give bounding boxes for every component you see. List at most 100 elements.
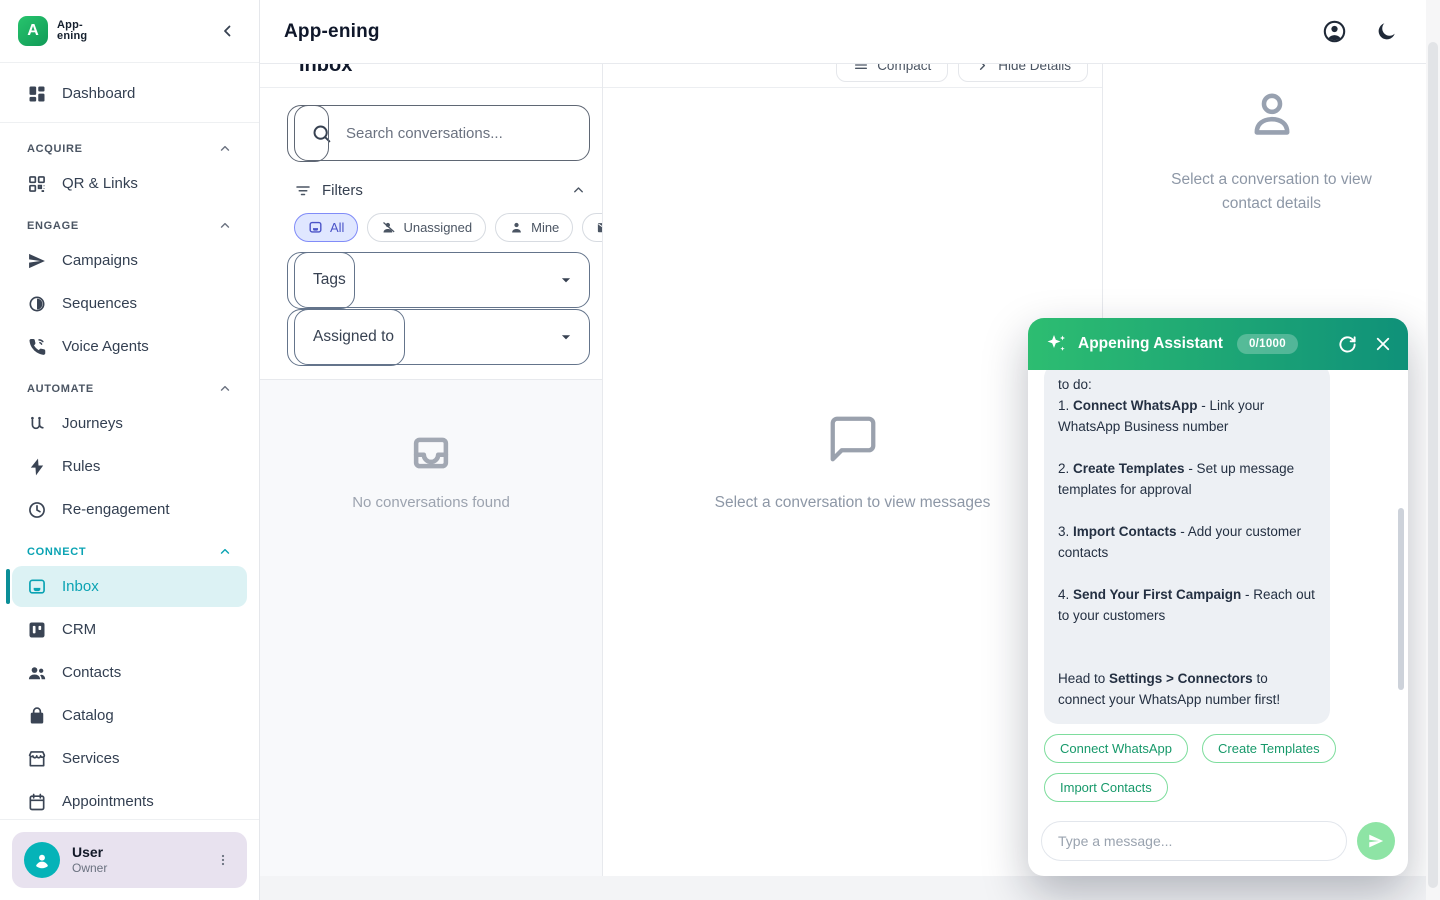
assigned-to-select-value: Assigned to [313, 328, 394, 346]
sequence-icon [27, 294, 47, 314]
user-x-icon [381, 220, 396, 235]
sidebar-section-engage[interactable]: ENGAGE [12, 206, 247, 240]
sidebar-item-qr-links[interactable]: QR & Links [12, 163, 247, 204]
section-label: ACQUIRE [27, 143, 83, 155]
sidebar-item-label: Voice Agents [62, 338, 149, 355]
storefront-icon [27, 749, 47, 769]
page-scrollbar[interactable] [1426, 0, 1440, 900]
sidebar-section-acquire[interactable]: ACQUIRE [12, 129, 247, 163]
sidebar-item-inbox[interactable]: Inbox [12, 566, 247, 607]
user-role: Owner [72, 861, 107, 876]
inbox-empty-text: No conversations found [352, 494, 510, 511]
logo-line2: ening [57, 31, 87, 42]
sidebar-item-journeys[interactable]: Journeys [12, 403, 247, 444]
sidebar-item-label: Dashboard [62, 85, 135, 102]
page-title: App-ening [284, 21, 380, 43]
assistant-scrollbar[interactable] [1398, 508, 1404, 690]
hide-details-label: Hide Details [998, 64, 1071, 73]
chevron-up-icon [218, 219, 232, 233]
sidebar-item-services[interactable]: Services [12, 738, 247, 779]
message-step-3: 3. Import Contacts - Add your customer c… [1058, 521, 1316, 563]
divider [0, 122, 259, 123]
refresh-button[interactable] [1338, 335, 1357, 354]
user-card[interactable]: User Owner [12, 832, 247, 888]
sidebar-item-label: QR & Links [62, 175, 138, 192]
calendar-icon [27, 792, 47, 812]
search-input[interactable] [346, 125, 575, 142]
assistant-message-input[interactable] [1041, 821, 1347, 861]
account-button[interactable] [1322, 19, 1347, 44]
assigned-to-select[interactable]: Assigned to [294, 309, 590, 365]
sidebar-item-rules[interactable]: Rules [12, 446, 247, 487]
sidebar-item-sequences[interactable]: Sequences [12, 283, 247, 324]
sidebar-section-automate[interactable]: AUTOMATE [12, 369, 247, 403]
message-step-4: 4. Send Your First Campaign - Reach out … [1058, 584, 1316, 626]
filters-toggle[interactable]: Filters [294, 181, 590, 199]
assistant-messages[interactable]: to do: 1. Connect WhatsApp - Link your W… [1028, 370, 1408, 818]
sidebar-collapse-button[interactable] [215, 18, 241, 44]
app-logo-text: App- ening [57, 20, 87, 42]
chevron-down-icon [559, 330, 573, 344]
send-button[interactable] [1357, 822, 1395, 860]
route-icon [27, 414, 47, 434]
chip-mine[interactable]: Mine [495, 213, 573, 242]
sidebar-item-appointments[interactable]: Appointments [12, 781, 247, 819]
connect-whatsapp-button[interactable]: Connect WhatsApp [1044, 734, 1188, 763]
chevron-left-icon [219, 22, 237, 40]
close-button[interactable] [1374, 335, 1392, 353]
sidebar-footer: User Owner [0, 819, 259, 900]
sidebar-item-label: Journeys [62, 415, 123, 432]
sidebar-item-label: Appointments [62, 793, 154, 810]
chevron-down-icon [559, 273, 573, 287]
chip-unread[interactable]: Unread [582, 213, 603, 242]
assistant-header: Appening Assistant 0/1000 [1028, 318, 1408, 370]
message-empty-text: Select a conversation to view messages [715, 494, 991, 512]
sidebar-section-connect[interactable]: CONNECT [12, 532, 247, 566]
conversation-search[interactable] [294, 105, 590, 161]
sparkles-icon [1044, 332, 1068, 356]
chip-label: Unassigned [403, 220, 472, 235]
chat-square-icon [308, 220, 323, 235]
chat-bubble-icon [826, 412, 880, 466]
compact-button[interactable]: Compact [836, 64, 948, 82]
usage-badge: 0/1000 [1237, 334, 1298, 354]
sidebar-item-catalog[interactable]: Catalog [12, 695, 247, 736]
sidebar-item-dashboard[interactable]: Dashboard [12, 73, 247, 114]
sidebar-item-re-engagement[interactable]: Re-engagement [12, 489, 247, 530]
sidebar-item-crm[interactable]: CRM [12, 609, 247, 650]
shopping-bag-icon [27, 706, 47, 726]
create-templates-button[interactable]: Create Templates [1202, 734, 1336, 763]
chip-unassigned[interactable]: Unassigned [367, 213, 486, 242]
tags-select[interactable]: Tags [294, 252, 590, 308]
dark-mode-toggle[interactable] [1375, 20, 1398, 43]
import-contacts-button[interactable]: Import Contacts [1044, 773, 1168, 802]
filter-icon [294, 181, 312, 199]
sidebar-item-label: CRM [62, 621, 96, 638]
user-menu-button[interactable] [211, 848, 235, 872]
details-empty-text: Select a conversation to view contact de… [1156, 168, 1388, 216]
message-step-1: 1. Connect WhatsApp - Link your WhatsApp… [1058, 395, 1316, 437]
section-label: AUTOMATE [27, 383, 94, 395]
assistant-header-actions [1338, 335, 1392, 354]
inbox-filters: Filters All Unassigned [260, 88, 602, 380]
person-outline-icon [1246, 88, 1298, 140]
empty-inbox-tray-icon [410, 432, 452, 474]
user-name: User [72, 844, 107, 861]
chevron-up-icon [218, 382, 232, 396]
message-step-2: 2. Create Templates - Set up message tem… [1058, 458, 1316, 500]
sidebar-item-voice-agents[interactable]: Voice Agents [12, 326, 247, 367]
assistant-title: Appening Assistant [1078, 335, 1223, 353]
app-logo-icon: A [18, 16, 48, 46]
message-footer: Head to Settings > Connectors to connect… [1058, 668, 1316, 710]
sidebar-item-label: Contacts [62, 664, 121, 681]
sidebar-item-contacts[interactable]: Contacts [12, 652, 247, 693]
topbar: App-ening [260, 0, 1440, 64]
chip-label: Mine [531, 220, 559, 235]
page-scrollbar-thumb[interactable] [1428, 42, 1438, 888]
chip-all[interactable]: All [294, 213, 358, 242]
sidebar-item-campaigns[interactable]: Campaigns [12, 240, 247, 281]
conversation-list: No conversations found [260, 380, 602, 876]
sidebar-nav: Dashboard ACQUIRE QR & Links ENGAGE C [0, 63, 259, 819]
hide-details-button[interactable]: Hide Details [958, 64, 1088, 82]
person-icon [509, 220, 524, 235]
